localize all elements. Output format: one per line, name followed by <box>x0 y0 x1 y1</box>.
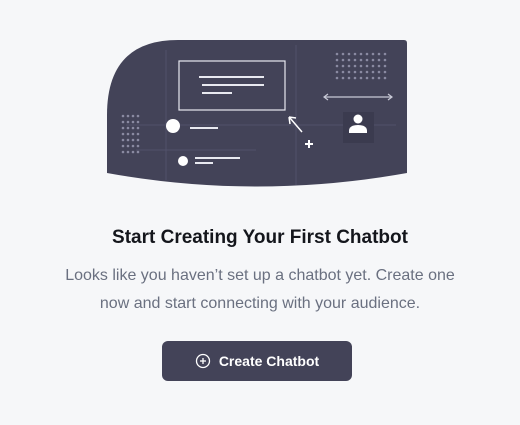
description-line-2: now and start connecting with your audie… <box>99 295 421 312</box>
chatbot-illustration <box>106 40 408 190</box>
plus-circle-icon <box>195 353 211 369</box>
avatar-dot-large <box>166 119 180 133</box>
avatar-dot-small <box>178 156 188 166</box>
create-chatbot-label: Create Chatbot <box>218 353 320 369</box>
description-line-1: Looks like you haven’t set up a chatbot … <box>65 267 455 284</box>
user-icon-head <box>353 114 363 124</box>
empty-state-title: Start Creating Your First Chatbot <box>112 227 408 248</box>
create-chatbot-button[interactable]: Create Chatbot <box>162 341 352 381</box>
empty-state-description: Looks like you haven’t set up a chatbot … <box>30 262 490 318</box>
chatbot-illustration-graphic <box>107 40 407 187</box>
